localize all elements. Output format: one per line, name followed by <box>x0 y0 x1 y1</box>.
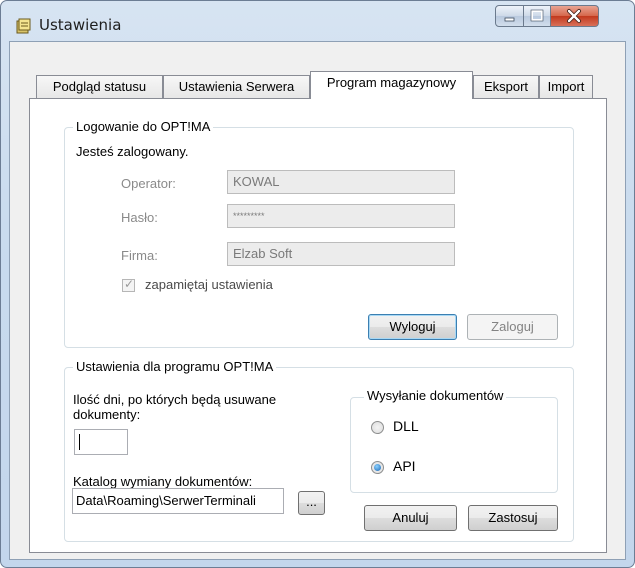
tab-label: Ustawienia Serwera <box>178 79 295 94</box>
days-input[interactable] <box>74 429 128 455</box>
window-title: Ustawienia <box>39 16 122 34</box>
login-group-legend: Logowanie do OPT!MA <box>73 119 214 134</box>
tab-import[interactable]: Import <box>539 75 593 99</box>
tab-podglad-statusu[interactable]: Podgląd statusu <box>36 75 163 99</box>
remember-settings-label: zapamiętaj ustawienia <box>145 277 273 292</box>
password-field[interactable]: ********* <box>227 204 455 228</box>
days-label-line1: Ilość dni, po których będą usuwane <box>73 392 277 407</box>
logout-button[interactable]: Wyloguj <box>368 314 457 340</box>
tab-label: Eksport <box>483 79 529 94</box>
operator-field[interactable]: KOWAL <box>227 170 455 194</box>
maximize-button[interactable] <box>524 5 551 27</box>
company-field[interactable]: Elzab Soft <box>227 242 455 266</box>
minimize-button[interactable] <box>495 5 524 27</box>
apply-button[interactable]: Zastosuj <box>468 505 558 531</box>
days-label-line2: dokumenty: <box>73 407 141 422</box>
radio-api-label: API <box>393 458 416 474</box>
tab-eksport[interactable]: Eksport <box>473 75 539 99</box>
radio-api[interactable] <box>371 461 384 474</box>
catalog-path-value: Data\Roaming\SerwerTerminali <box>76 493 256 508</box>
text-caret <box>79 434 80 450</box>
login-status: Jesteś zalogowany. <box>76 144 189 159</box>
catalog-label: Katalog wymiany dokumentów: <box>73 474 253 489</box>
tab-ustawienia-serwera[interactable]: Ustawienia Serwera <box>163 75 310 99</box>
radio-dll[interactable] <box>371 421 384 434</box>
tab-label: Program magazynowy <box>326 75 457 90</box>
tab-label: Podgląd statusu <box>52 79 147 94</box>
catalog-path-input[interactable]: Data\Roaming\SerwerTerminali <box>72 488 284 514</box>
optima-settings-legend: Ustawienia dla programu OPT!MA <box>73 359 277 374</box>
close-icon <box>567 9 581 23</box>
tab-program-magazynowy[interactable]: Program magazynowy <box>310 71 473 99</box>
title-bar: Ustawienia <box>1 1 634 41</box>
remember-settings-checkbox[interactable] <box>122 277 135 292</box>
company-label: Firma: <box>121 248 158 263</box>
cancel-button[interactable]: Anuluj <box>364 505 457 531</box>
password-label: Hasło: <box>121 210 158 225</box>
maximize-icon <box>530 9 544 22</box>
radio-dll-label: DLL <box>393 418 419 434</box>
browse-button[interactable]: ... <box>298 491 325 515</box>
minimize-icon <box>504 17 515 22</box>
operator-label: Operator: <box>121 176 176 191</box>
app-icon <box>16 18 31 34</box>
settings-window: Ustawienia Podgląd statusu Ustawienia Se… <box>0 0 635 568</box>
close-button[interactable] <box>551 5 599 27</box>
login-button[interactable]: Zaloguj <box>467 314 558 340</box>
sending-documents-legend: Wysyłanie dokumentów <box>364 388 507 403</box>
tab-label: Import <box>547 79 585 94</box>
sending-documents-group <box>350 397 558 493</box>
